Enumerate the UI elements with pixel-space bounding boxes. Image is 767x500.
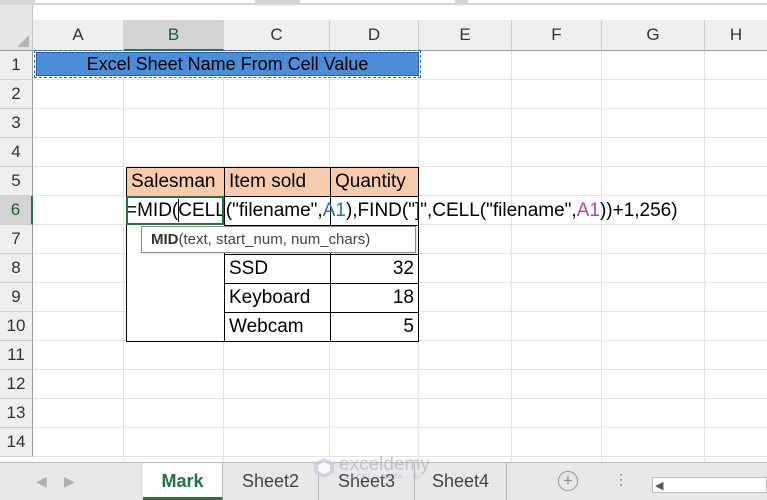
tooltip-function-name: MID xyxy=(151,231,179,248)
row-header-4[interactable]: 4 xyxy=(0,138,33,167)
column-header-d[interactable]: D xyxy=(330,20,419,51)
text-cursor xyxy=(178,199,179,222)
row-header-2[interactable]: 2 xyxy=(0,80,33,109)
header-item-sold[interactable]: Item sold xyxy=(224,167,331,197)
gridline xyxy=(33,108,767,109)
column-header-c[interactable]: C xyxy=(224,20,330,51)
row-header-1[interactable]: 1 xyxy=(0,51,33,80)
gridline xyxy=(704,51,705,462)
function-signature-tooltip[interactable]: MID(text, start_num, num_chars) xyxy=(141,226,416,253)
tab-sheet2[interactable]: Sheet2 xyxy=(223,463,319,500)
select-all-triangle xyxy=(17,35,29,47)
formula-ref-a1: A1 xyxy=(576,200,600,221)
formula-bar-edge xyxy=(468,0,767,3)
column-header-e[interactable]: E xyxy=(419,20,512,51)
row-header-12[interactable]: 12 xyxy=(0,370,33,399)
select-all-button[interactable] xyxy=(0,5,33,51)
horizontal-scrollbar[interactable]: ◀ xyxy=(652,477,767,493)
gridline xyxy=(33,137,767,138)
quantity-cell[interactable]: 18 xyxy=(330,283,419,313)
gridline xyxy=(33,369,767,370)
row-header-14[interactable]: 14 xyxy=(0,428,33,457)
row-header-8[interactable]: 8 xyxy=(0,254,33,283)
row-header-9[interactable]: 9 xyxy=(0,283,33,312)
active-cell-b6[interactable] xyxy=(126,196,224,225)
name-box-edge xyxy=(35,0,255,3)
more-options-icon[interactable]: ⋮ xyxy=(614,471,629,488)
header-quantity[interactable]: Quantity xyxy=(330,167,419,197)
scroll-tabs-right-icon[interactable]: ▶ xyxy=(64,473,75,490)
row-header-7[interactable]: 7 xyxy=(0,225,33,254)
formula-button-edge xyxy=(300,0,455,3)
title-cell[interactable]: Excel Sheet Name From Cell Value xyxy=(34,50,421,78)
scroll-left-icon[interactable]: ◀ xyxy=(655,479,663,492)
header-salesman[interactable]: Salesman xyxy=(126,167,225,197)
row-header-3[interactable]: 3 xyxy=(0,109,33,138)
watermark: exceldemy EXCEL · DATA · BI xyxy=(313,454,430,481)
tooltip-arguments: (text, start_num, num_chars) xyxy=(178,231,371,248)
formula-part: ))+1,256) xyxy=(599,200,678,221)
watermark-tagline: EXCEL · DATA · BI xyxy=(345,474,421,481)
gridline xyxy=(33,427,767,428)
tab-mark[interactable]: Mark xyxy=(143,463,223,500)
gridline xyxy=(33,79,767,80)
row-header-11[interactable]: 11 xyxy=(0,341,33,370)
gridline xyxy=(601,51,602,462)
quantity-cell[interactable]: 32 xyxy=(330,254,419,284)
column-header-g[interactable]: G xyxy=(602,20,705,51)
row-header-13[interactable]: 13 xyxy=(0,399,33,428)
row-header-6[interactable]: 6 xyxy=(0,196,33,225)
exceldemy-logo-icon xyxy=(314,458,334,478)
item-cell[interactable]: SSD xyxy=(224,254,331,284)
column-header-a[interactable]: A xyxy=(33,20,124,51)
row-header-10[interactable]: 10 xyxy=(0,312,33,341)
watermark-name: exceldemy xyxy=(339,454,430,475)
scroll-tabs-left-icon[interactable]: ◀ xyxy=(36,473,47,490)
ribbon-strip xyxy=(0,0,767,5)
row-header-5[interactable]: 5 xyxy=(0,167,33,196)
column-header-b[interactable]: B xyxy=(124,20,224,51)
quantity-cell[interactable]: 5 xyxy=(330,312,419,342)
gridline xyxy=(123,51,124,462)
formula-ref-a1: A1 xyxy=(322,200,346,221)
column-header-f[interactable]: F xyxy=(512,20,602,51)
gridline xyxy=(33,398,767,399)
item-cell[interactable]: Keyboard xyxy=(224,283,331,313)
formula-part: ),FIND("]",CELL("filename", xyxy=(345,200,577,221)
gridline xyxy=(511,51,512,462)
add-sheet-button[interactable]: + xyxy=(558,471,578,491)
item-cell[interactable]: Webcam xyxy=(224,312,331,342)
column-header-h[interactable]: H xyxy=(705,20,767,51)
